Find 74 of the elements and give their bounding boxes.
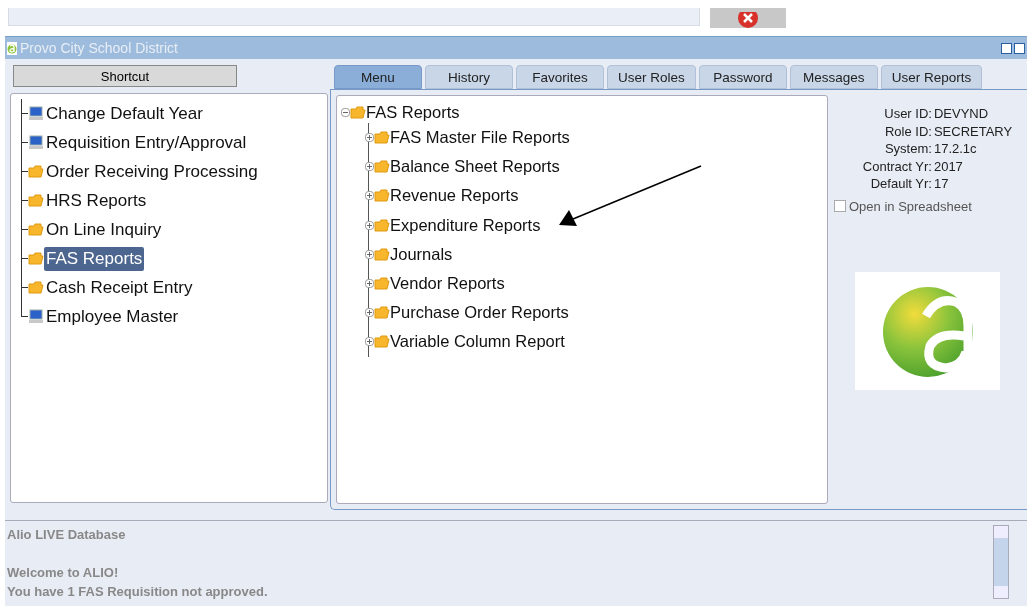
- computer-icon: [28, 135, 44, 150]
- tree-item[interactable]: Purchase Order Reports: [390, 303, 569, 323]
- message-line: You have 1 FAS Requisition not approved.: [7, 583, 269, 601]
- info-label: System:: [883, 140, 932, 158]
- folder-icon: [374, 160, 390, 174]
- tab[interactable]: Password: [698, 65, 787, 89]
- tree-item[interactable]: FAS Master File Reports: [390, 128, 570, 148]
- shortcut-button[interactable]: Shortcut: [13, 65, 237, 87]
- info-value: SECRETARY: [933, 122, 1013, 140]
- folder-icon: [374, 247, 390, 261]
- close-button[interactable]: [710, 8, 786, 28]
- shortcut-item[interactable]: Change Default Year: [22, 99, 332, 128]
- info-label: Contract Yr:: [862, 157, 932, 175]
- folder-icon: [374, 218, 390, 232]
- shortcut-item[interactable]: Cash Receipt Entry: [22, 273, 332, 302]
- info-label: Default Yr:: [869, 175, 932, 193]
- expand-icon[interactable]: [365, 191, 374, 201]
- folder-icon: [374, 131, 390, 145]
- tab[interactable]: Messages: [789, 65, 878, 89]
- folder-icon: [374, 189, 390, 203]
- info-value: DEVYND: [933, 105, 990, 123]
- folder-icon: [374, 306, 390, 320]
- tab[interactable]: User Reports: [880, 65, 983, 89]
- folder-icon: [350, 105, 366, 119]
- close-icon: [737, 12, 759, 28]
- spreadsheet-checkbox[interactable]: Open in Spreadsheet: [834, 198, 972, 214]
- maximize-button[interactable]: [1014, 42, 1025, 54]
- tab[interactable]: History: [425, 65, 513, 89]
- tree-item[interactable]: Vendor Reports: [390, 274, 505, 294]
- expand-icon[interactable]: [365, 220, 374, 230]
- tree-item[interactable]: FAS Reports: [366, 102, 460, 122]
- tree-item[interactable]: Journals: [390, 244, 453, 264]
- expand-icon[interactable]: [365, 337, 374, 347]
- app-icon: [7, 41, 17, 55]
- tab[interactable]: User Roles: [607, 65, 696, 89]
- shortcut-item[interactable]: Employee Master: [22, 302, 332, 331]
- collapse-icon[interactable]: [341, 107, 350, 117]
- computer-icon: [28, 309, 44, 324]
- shortcut-item[interactable]: On Line Inquiry: [22, 215, 332, 244]
- window-title: Provo City School District: [20, 40, 179, 56]
- tree-item[interactable]: Balance Sheet Reports: [390, 157, 560, 177]
- shortcut-item[interactable]: HRS Reports: [22, 186, 332, 215]
- scrollbar[interactable]: [993, 525, 1009, 599]
- message-line: Alio LIVE Database: [7, 526, 127, 544]
- folder-icon: [374, 335, 390, 349]
- tab[interactable]: Menu: [334, 65, 422, 89]
- tree-item[interactable]: Variable Column Report: [390, 332, 565, 352]
- folder-icon: [28, 281, 44, 294]
- expand-icon[interactable]: [365, 162, 374, 172]
- shortcut-item[interactable]: Order Receiving Processing: [22, 157, 332, 186]
- checkbox[interactable]: [834, 200, 846, 212]
- tree-item[interactable]: Expenditure Reports: [390, 215, 541, 235]
- info-label: User ID:: [883, 105, 932, 123]
- text-field[interactable]: [8, 8, 700, 26]
- folder-icon: [28, 223, 44, 236]
- info-label: Role ID:: [883, 122, 932, 140]
- expand-icon[interactable]: [365, 308, 374, 318]
- folder-icon: [28, 165, 44, 178]
- expand-icon[interactable]: [365, 133, 374, 143]
- tree-item[interactable]: Revenue Reports: [390, 186, 519, 206]
- minimize-button[interactable]: [1001, 42, 1012, 54]
- computer-icon: [28, 106, 44, 121]
- folder-icon: [28, 252, 44, 265]
- shortcut-item[interactable]: FAS Reports: [22, 244, 332, 273]
- info-value: 2017: [933, 157, 964, 175]
- info-value: 17.2.1c: [933, 140, 978, 158]
- info-value: 17: [933, 175, 950, 193]
- folder-icon: [28, 194, 44, 207]
- expand-icon[interactable]: [365, 249, 374, 259]
- expand-icon[interactable]: [365, 279, 374, 289]
- shortcut-item[interactable]: Requisition Entry/Approval: [22, 128, 332, 157]
- message-line: Welcome to ALIO!: [7, 564, 120, 582]
- folder-icon: [374, 277, 390, 291]
- tab[interactable]: Favorites: [516, 65, 604, 89]
